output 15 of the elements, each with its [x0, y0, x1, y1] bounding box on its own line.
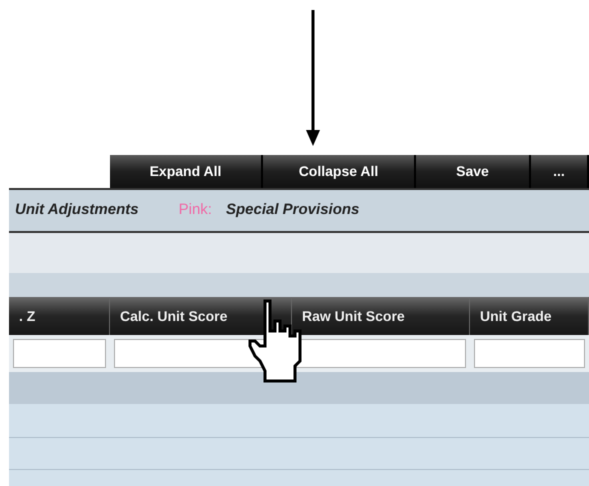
toolbar-button[interactable]: ... — [531, 155, 589, 188]
toolbar-button[interactable]: Save — [416, 155, 531, 188]
legend-text: Special Provisions — [226, 200, 360, 220]
legend-key: Pink: — [178, 199, 212, 222]
arrow-icon — [306, 10, 320, 146]
column-header[interactable]: Raw Unit Score — [292, 297, 470, 335]
legend-text: Unit Adjustments — [15, 200, 139, 220]
filter-field[interactable] — [13, 339, 106, 368]
toolbar-button[interactable]: Collapse All — [263, 155, 416, 188]
column-header[interactable]: Calc. Unit Score — [110, 297, 292, 335]
column-header[interactable]: Unit Grade — [470, 297, 589, 335]
filter-field[interactable] — [296, 339, 466, 368]
column-header[interactable]: . Z — [9, 297, 110, 335]
filter-field[interactable] — [474, 339, 585, 368]
toolbar-button[interactable]: Expand All — [110, 155, 263, 188]
